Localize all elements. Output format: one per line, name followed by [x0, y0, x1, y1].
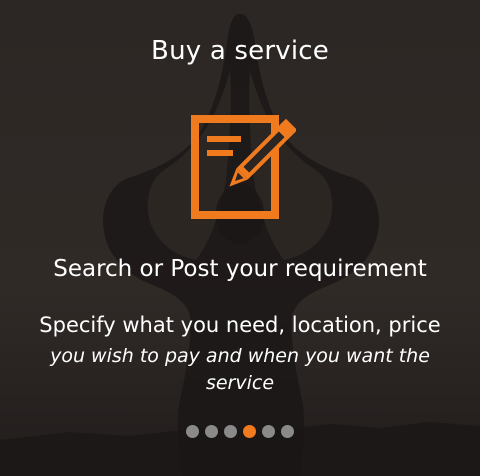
slide-title: Buy a service [151, 36, 329, 66]
pager-dot-3[interactable] [224, 425, 237, 438]
slide-description-line1: Specify what you need, location, price [39, 313, 441, 337]
edit-document-icon [191, 115, 296, 219]
pager-dot-1[interactable] [186, 425, 199, 438]
slide-description-line2: you wish to pay and when you want the se… [50, 345, 430, 394]
pager-dot-4[interactable] [243, 425, 256, 438]
pager-dots [0, 425, 480, 438]
pager-dot-6[interactable] [281, 425, 294, 438]
onboarding-slide: Buy a service Search or Post your requir… [0, 0, 480, 476]
pager-dot-5[interactable] [262, 425, 275, 438]
slide-headline: Search or Post your requirement [53, 256, 427, 282]
pager-dot-2[interactable] [205, 425, 218, 438]
background-silhouette-image [0, 0, 480, 476]
